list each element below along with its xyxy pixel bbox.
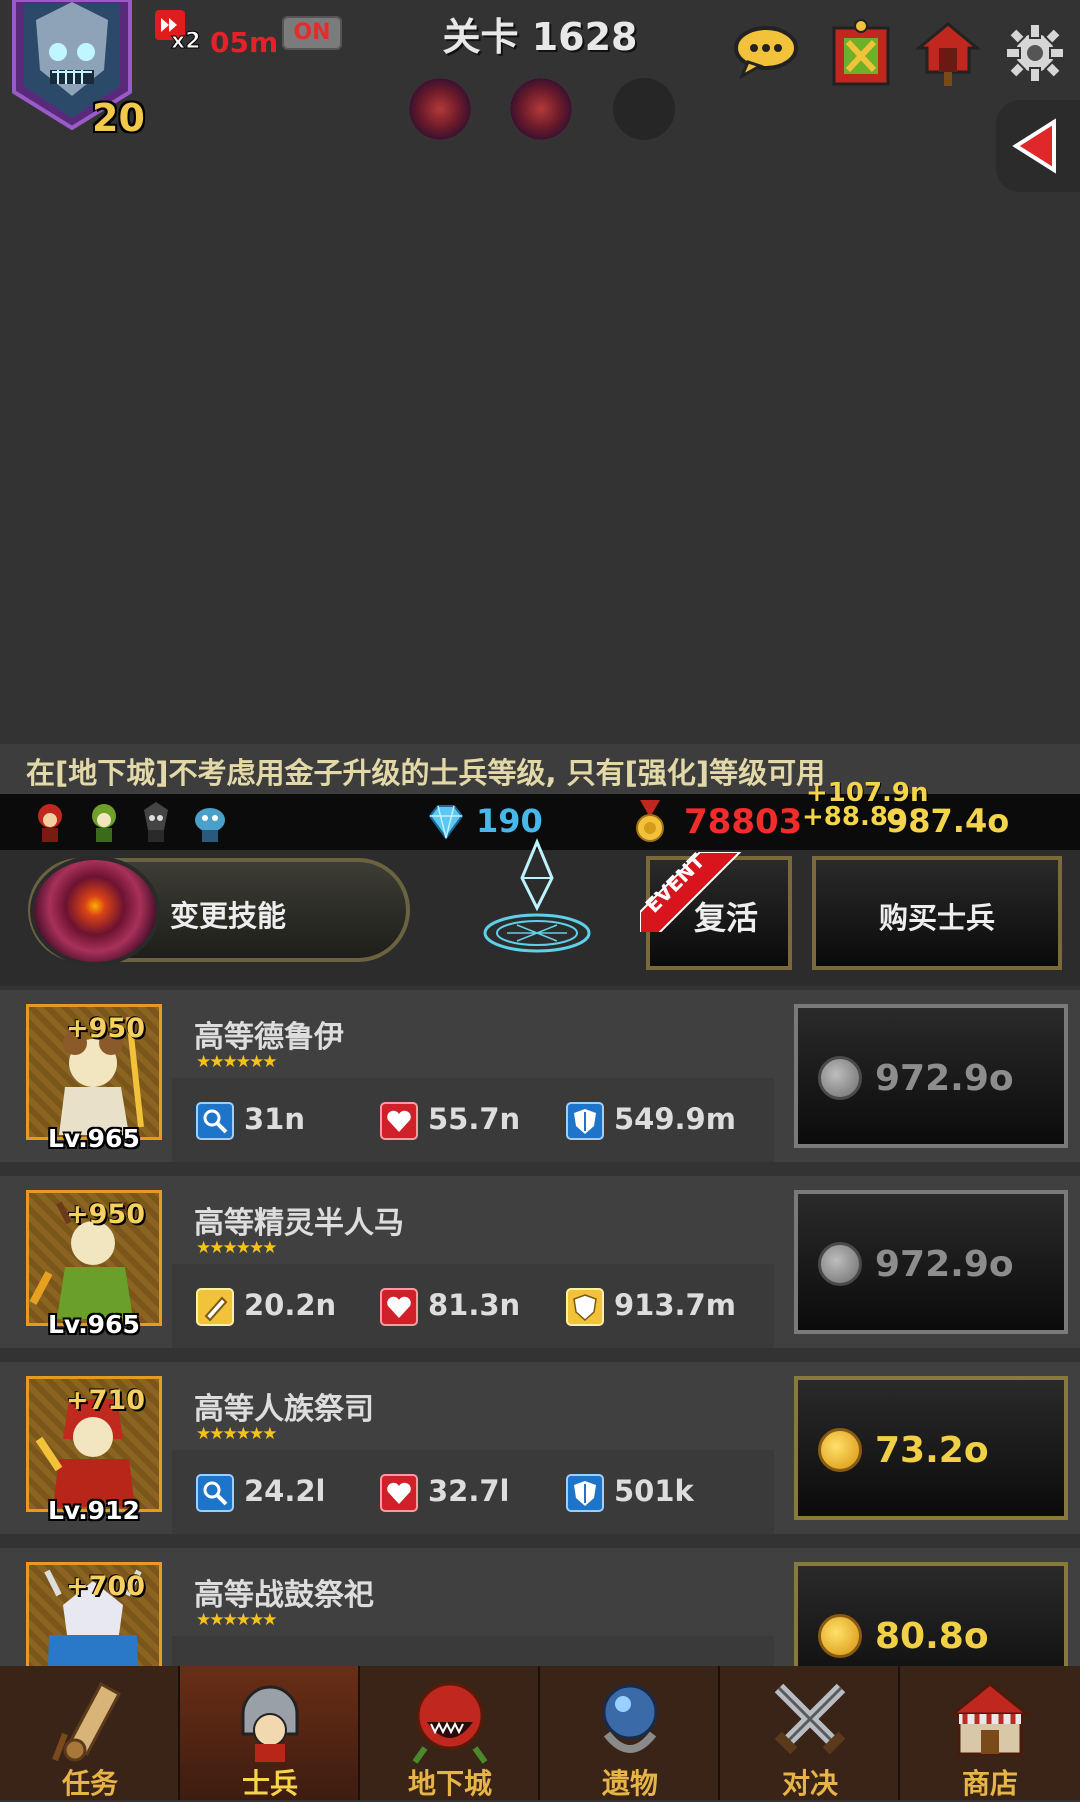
tip-text: 在[地下城]不考虑用金子升级的士兵等级, 只有[强化]等级可用 (26, 756, 826, 790)
hp-value: 32.7l (428, 1474, 510, 1508)
gem-count: 190 (476, 802, 543, 840)
empty-skill-slot[interactable] (613, 78, 675, 140)
attack-value: 20.2n (244, 1288, 337, 1322)
speed-multiplier: x2 (171, 29, 201, 50)
coin-icon (818, 1428, 862, 1472)
tab-label: 任务 (61, 1767, 118, 1800)
star-rating: ★★★★★★ (196, 1238, 277, 1258)
coin-icon (818, 1242, 862, 1286)
event-ribbon: EVENT (640, 852, 750, 932)
soldier-portrait-druid[interactable]: +950 (26, 1004, 162, 1140)
buy-soldier-label: 购买士兵 (878, 901, 995, 935)
soldier-level: Lv.912 (48, 1496, 140, 1525)
soldier-row[interactable]: +950 Lv.965 高等德鲁伊 ★★★★★★ 31n 55.7n 549.9… (0, 990, 1080, 1162)
coin-icon (818, 1614, 862, 1658)
soldier-portrait-human-priest[interactable]: +710 (26, 1376, 162, 1512)
shield-icon (566, 1102, 604, 1140)
soldier-row[interactable]: +710 Lv.912 高等人族祭司 ★★★★★★ 24.2l 32.7l 50… (0, 1362, 1080, 1534)
star-rating: ★★★★★★ (196, 1052, 277, 1072)
change-skill-label: 变更技能 (170, 899, 287, 933)
enhance-level: +950 (66, 1013, 145, 1044)
tab-relics[interactable]: 遗物 (540, 1666, 720, 1800)
soldier-name: 高等战鼓祭祀 (194, 1578, 374, 1613)
coin-icon (818, 1056, 862, 1100)
shield-icon (566, 1288, 604, 1326)
star-rating: ★★★★★★ (196, 1610, 277, 1630)
attack-value: 24.2l (244, 1474, 326, 1508)
summon-crystal-icon[interactable] (482, 838, 592, 958)
medal-icon (634, 800, 666, 844)
soldier-row[interactable]: +950 Lv.965 高等精灵半人马 ★★★★★★ 20.2n 81.3n 9… (0, 1176, 1080, 1348)
orb-relic-icon (602, 1684, 658, 1753)
hp-value: 81.3n (428, 1288, 521, 1322)
helmet-icon (241, 1685, 299, 1762)
tab-quests[interactable]: 任务 (0, 1666, 180, 1800)
upgrade-cost: 80.8o (875, 1616, 989, 1657)
soldier-portrait-elf-centaur[interactable]: +950 (26, 1190, 162, 1326)
heart-icon (380, 1474, 418, 1512)
star-rating: ★★★★★★ (196, 1424, 277, 1444)
tab-soldiers[interactable]: 士兵 (180, 1666, 360, 1800)
scroll-icon (52, 1681, 122, 1762)
tab-label: 商店 (961, 1767, 1018, 1800)
tab-dungeon[interactable]: 地下城 (360, 1666, 540, 1800)
medal-count: 78803 (684, 802, 803, 842)
monster-plant-icon (412, 1682, 488, 1764)
tab-label: 遗物 (601, 1767, 658, 1800)
upgrade-cost: 972.9o (875, 1058, 1014, 1099)
player-level: 20 (92, 96, 145, 140)
physical-attack-icon (196, 1288, 234, 1326)
guild-button[interactable] (826, 18, 896, 88)
defense-value: 501k (614, 1474, 694, 1508)
mailbox-button[interactable] (913, 18, 983, 88)
chat-button[interactable] (732, 18, 802, 88)
soldier-name: 高等精灵半人马 (194, 1206, 404, 1241)
heart-icon (380, 1288, 418, 1326)
magic-attack-icon (196, 1474, 234, 1512)
soldier-name: 高等人族祭司 (194, 1392, 374, 1427)
soldier-name: 高等德鲁伊 (194, 1020, 344, 1055)
speed-toggle[interactable]: ON (282, 16, 342, 50)
active-skill-slot-2[interactable] (510, 78, 572, 140)
tab-duel[interactable]: 对决 (720, 1666, 900, 1800)
triangle-left-icon (1012, 118, 1056, 174)
tab-label: 地下城 (407, 1767, 492, 1800)
team-hero-icon-3 (136, 800, 176, 844)
tab-label: 对决 (781, 1767, 838, 1800)
enhance-level: +710 (66, 1385, 145, 1416)
crossed-swords-icon (774, 1683, 846, 1755)
hp-value: 55.7n (428, 1102, 521, 1136)
mailbox-icon (914, 22, 982, 86)
team-hero-icon-2 (84, 800, 124, 844)
gear-icon (1005, 23, 1065, 83)
gold-count: 987.4o (886, 802, 1010, 840)
guild-banner-icon (832, 19, 890, 86)
defense-value: 913.7m (614, 1288, 736, 1322)
stage-label: 关卡 1628 (442, 15, 638, 59)
soldier-level: Lv.965 (48, 1310, 140, 1339)
upgrade-cost: 972.9o (875, 1244, 1014, 1285)
attack-value: 31n (244, 1102, 306, 1136)
speed-timer: 05m (210, 26, 279, 59)
enhance-level: +950 (66, 1199, 145, 1230)
settings-button[interactable] (1000, 18, 1070, 88)
heart-icon (380, 1102, 418, 1140)
tab-shop[interactable]: 商店 (900, 1666, 1080, 1800)
defense-value: 549.9m (614, 1102, 736, 1136)
gem-icon (426, 802, 466, 842)
team-hero-icon-1 (30, 800, 70, 844)
shield-icon (566, 1474, 604, 1512)
team-hero-icon-4 (190, 800, 230, 844)
skill-orb-icon (30, 856, 160, 966)
upgrade-cost: 73.2o (875, 1430, 989, 1471)
soldier-level: Lv.965 (48, 1124, 140, 1153)
tab-label: 士兵 (241, 1767, 298, 1800)
chat-icon (734, 26, 798, 80)
active-skill-slot-1[interactable] (409, 78, 471, 140)
magic-attack-icon (196, 1102, 234, 1140)
side-panel-toggle[interactable] (996, 100, 1080, 192)
enhance-level: +700 (66, 1571, 145, 1602)
shop-icon (948, 1682, 1032, 1756)
fast-forward-icon[interactable]: x2 (155, 10, 205, 55)
